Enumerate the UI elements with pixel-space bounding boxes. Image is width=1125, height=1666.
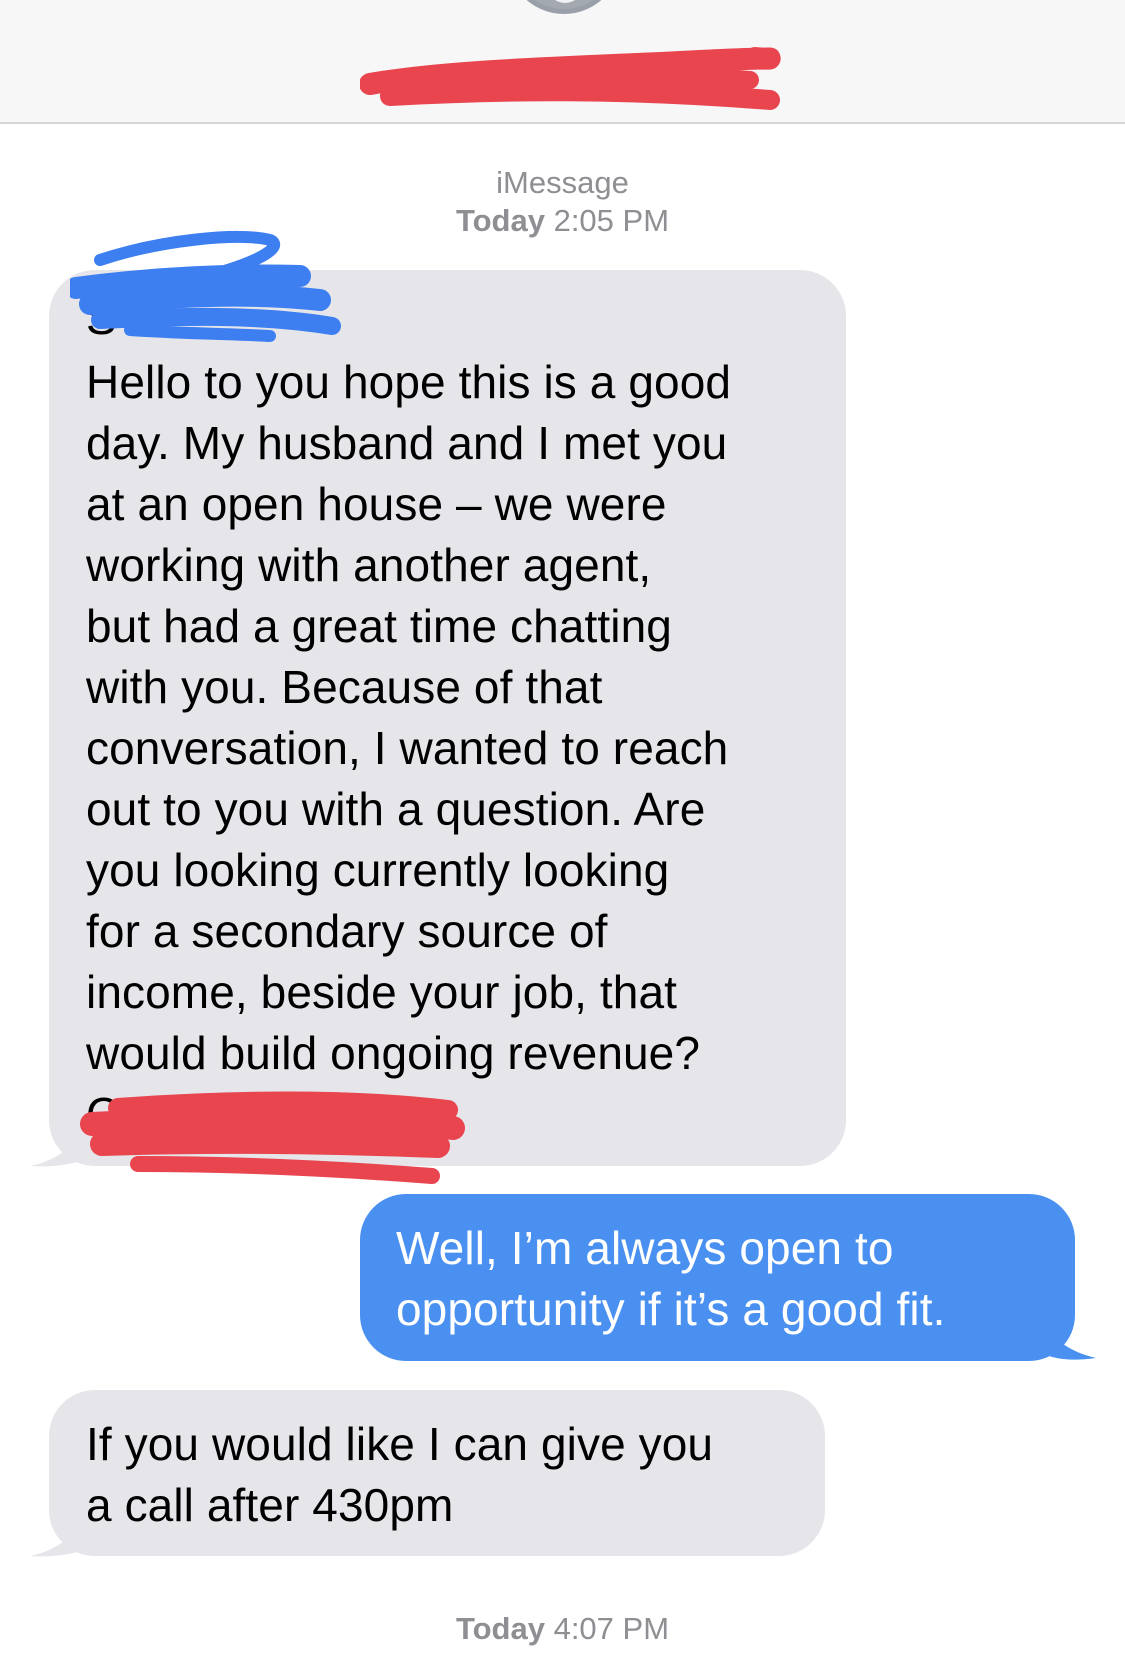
service-label: iMessage [496, 165, 629, 200]
timestamp-2: Today 4:07 PM [455, 1611, 670, 1646]
message-line: but had a great time chatting [86, 600, 672, 652]
message-line: working with another agent, [86, 539, 652, 591]
message-line: Well, I’m always open to [396, 1222, 894, 1274]
conversation-header [0, 0, 1125, 124]
greeting-redaction-mark [70, 230, 341, 342]
message-bubble-incoming[interactable]: If you would like I can give you a call … [49, 1390, 825, 1556]
message-line: conversation, I wanted to reach [86, 722, 729, 774]
message-line: If you would like I can give you [86, 1418, 714, 1470]
message-line: at an open house – we were [86, 478, 667, 530]
signature-redaction-mark [80, 1091, 465, 1184]
name-redaction-mark [360, 47, 781, 110]
message-line: would build ongoing revenue? [86, 1027, 701, 1079]
message-line: opportunity if it’s a good fit. [396, 1283, 946, 1335]
message-line: with you. Because of that [86, 661, 603, 713]
message-line: out to you with a question. Are [86, 783, 706, 835]
message-line: day. My husband and I met you [86, 417, 728, 469]
message-line: Hello to you hope this is a good [86, 356, 732, 408]
message-line: a call after 430pm [86, 1479, 454, 1531]
message-line: for a secondary source of [86, 905, 608, 957]
message-bubble-incoming[interactable]: S Hello to you hope this is a good day. … [49, 270, 846, 1166]
message-line: you looking currently looking [86, 844, 670, 896]
message-line: income, beside your job, that [86, 966, 678, 1018]
service-timestamp: iMessage Today 2:05 PM [0, 164, 1125, 240]
message-bubble-outgoing[interactable]: Well, I’m always open to opportunity if … [360, 1194, 1075, 1361]
